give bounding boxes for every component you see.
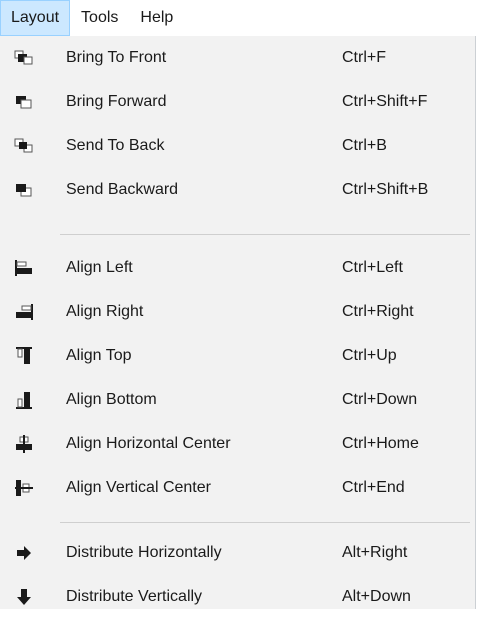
- menu-item-label: Bring Forward: [66, 93, 167, 110]
- align-left-icon: [14, 258, 34, 278]
- menu-bar: Layout Tools Help: [0, 0, 477, 36]
- menu-item-shortcut: Ctrl+Right: [342, 303, 414, 320]
- menu-help[interactable]: Help: [129, 0, 184, 36]
- menu-item-shortcut: Ctrl+F: [342, 49, 386, 66]
- align-vertical-center-icon: [14, 478, 34, 498]
- align-top-icon: [14, 346, 34, 366]
- menu-item-label: Distribute Vertically: [66, 588, 203, 605]
- menu-layout[interactable]: Layout: [0, 0, 71, 36]
- menu-item-shortcut: Ctrl+Down: [342, 391, 418, 408]
- bring-forward-icon: [14, 92, 34, 112]
- arrow-down-icon: [14, 587, 34, 607]
- send-backward-icon: [14, 180, 34, 200]
- menu-item-bring-to-front[interactable]: Bring To Front Ctrl+F: [0, 36, 476, 80]
- menu-item-distribute-horizontally[interactable]: Distribute Horizontally Alt+Right: [0, 531, 476, 575]
- align-right-icon: [14, 302, 34, 322]
- menu-item-bring-forward[interactable]: Bring Forward Ctrl+Shift+F: [0, 80, 476, 124]
- menu-item-label: Align Top: [66, 347, 132, 364]
- menu-item-label: Align Bottom: [66, 391, 157, 408]
- align-bottom-icon: [14, 390, 34, 410]
- menu-item-align-top[interactable]: Align Top Ctrl+Up: [0, 334, 476, 378]
- menu-item-label: Bring To Front: [66, 49, 167, 66]
- menu-item-align-right[interactable]: Align Right Ctrl+Right: [0, 290, 476, 334]
- menu-item-label: Align Right: [66, 303, 144, 320]
- menu-item-label: Distribute Horizontally: [66, 544, 222, 561]
- menu-item-shortcut: Ctrl+Up: [342, 347, 397, 364]
- menu-item-label: Send To Back: [66, 137, 165, 154]
- menu-separator: [60, 234, 470, 235]
- menu-item-send-to-back[interactable]: Send To Back Ctrl+B: [0, 124, 476, 168]
- menu-separator: [60, 522, 470, 523]
- menu-item-shortcut: Ctrl+Left: [342, 259, 403, 276]
- menu-item-shortcut: Alt+Down: [342, 588, 411, 605]
- menu-item-label: Align Left: [66, 259, 133, 276]
- menu-item-shortcut: Ctrl+Shift+F: [342, 93, 428, 110]
- menu-item-shortcut: Ctrl+Shift+B: [342, 181, 429, 198]
- menu-item-shortcut: Ctrl+B: [342, 137, 387, 154]
- menu-item-align-horizontal-center[interactable]: Align Horizontal Center Ctrl+Home: [0, 422, 476, 466]
- menu-item-align-bottom[interactable]: Align Bottom Ctrl+Down: [0, 378, 476, 422]
- menu-item-label: Send Backward: [66, 181, 179, 198]
- bring-to-front-icon: [14, 48, 34, 68]
- menu-item-send-backward[interactable]: Send Backward Ctrl+Shift+B: [0, 168, 476, 212]
- menu-item-shortcut: Alt+Right: [342, 544, 408, 561]
- menu-item-label: Align Horizontal Center: [66, 435, 231, 452]
- menu-item-label: Align Vertical Center: [66, 479, 211, 496]
- menu-item-align-vertical-center[interactable]: Align Vertical Center Ctrl+End: [0, 466, 476, 510]
- menu-item-distribute-vertically[interactable]: Distribute Vertically Alt+Down: [0, 575, 476, 619]
- menu-item-shortcut: Ctrl+End: [342, 479, 405, 496]
- menu-item-align-left[interactable]: Align Left Ctrl+Left: [0, 246, 476, 290]
- menu-tools[interactable]: Tools: [70, 0, 129, 36]
- arrow-right-icon: [14, 543, 34, 563]
- align-horizontal-center-icon: [14, 434, 34, 454]
- layout-dropdown-menu: Bring To Front Ctrl+F Bring Forward Ctrl…: [0, 36, 476, 609]
- send-to-back-icon: [14, 136, 34, 156]
- menu-item-shortcut: Ctrl+Home: [342, 435, 419, 452]
